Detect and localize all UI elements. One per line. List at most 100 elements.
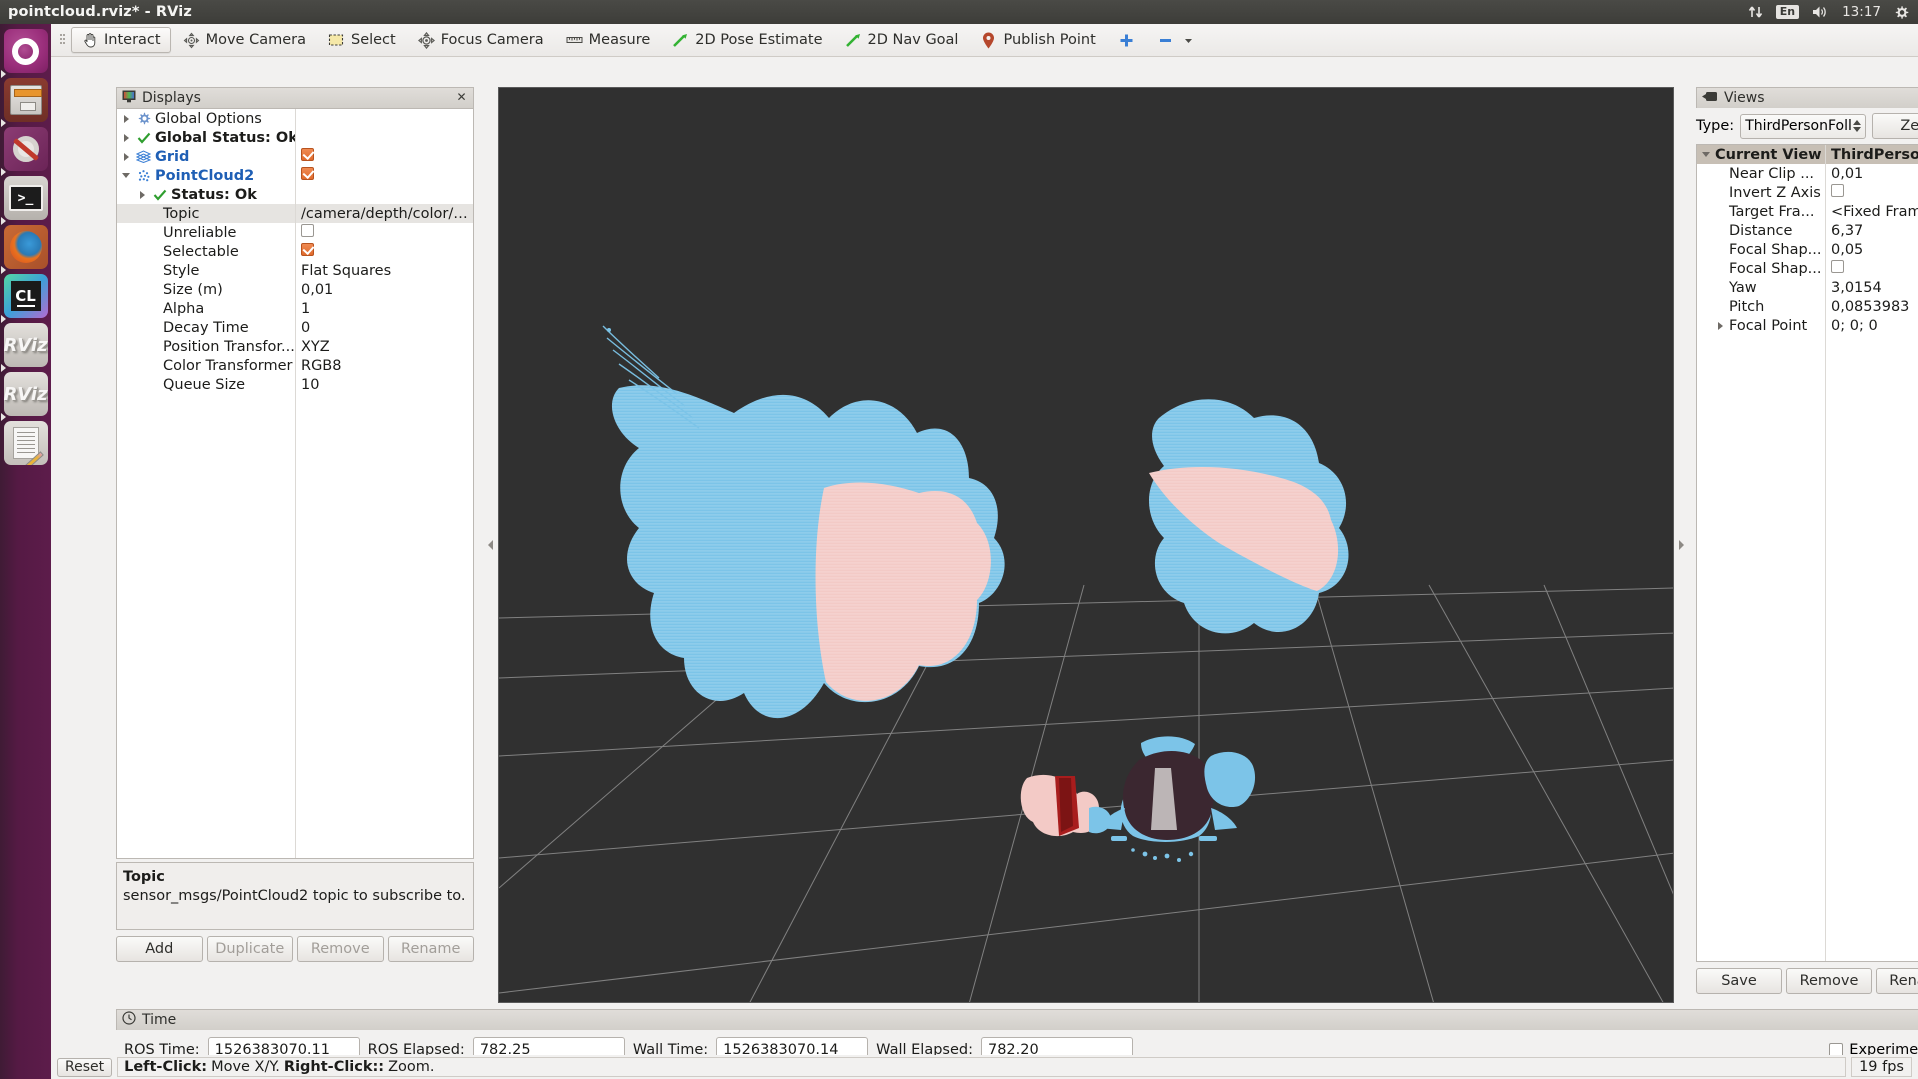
launcher-item-firefox[interactable] [3,225,48,269]
minus-icon [1157,32,1174,49]
views-value[interactable]: 3,0154 [1825,280,1918,296]
display-value[interactable]: Flat Squares [295,263,473,279]
launcher-item-ubuntu-dash[interactable] [3,29,48,73]
hint-left-click-label: Left-Click: [124,1059,208,1075]
display-value[interactable]: 10 [295,377,473,393]
launcher-item-clion[interactable]: CL [3,274,48,318]
display-value[interactable]: 1 [295,301,473,317]
tool-select[interactable]: Select [318,27,406,53]
views-value[interactable]: 0,01 [1825,166,1918,182]
zero-button[interactable]: Zero [1872,113,1918,139]
views-row-focal-shape-size[interactable]: Focal Shap... 0,05 [1697,240,1918,259]
plus-icon [1118,32,1135,49]
green-arrow-icon [672,32,689,49]
volume-icon[interactable] [1812,5,1829,19]
collapse-triangle-icon[interactable] [121,170,132,181]
views-value[interactable]: 0; 0; 0 [1825,318,1918,334]
tool-move-camera[interactable]: Move Camera [173,27,316,53]
displays-tree[interactable]: Global Options Global Status: Ok Grid Po… [116,108,474,859]
expand-triangle-icon[interactable] [121,132,132,143]
right-splitter-handle[interactable] [1677,87,1686,1003]
network-updown-icon[interactable] [1748,5,1763,19]
view-type-combo[interactable]: ThirdPersonFoll [1740,113,1866,139]
display-enable-checkbox[interactable] [295,167,473,184]
expand-triangle-icon[interactable] [1715,320,1726,331]
launcher-running-indicator [1,364,6,372]
display-enable-checkbox[interactable] [295,148,473,165]
launcher-running-indicator [1,119,6,127]
keyboard-layout-indicator[interactable]: En [1775,5,1800,19]
tool-2d-pose-estimate[interactable]: 2D Pose Estimate [662,27,832,53]
rename-button[interactable]: Rename [387,936,474,962]
unity-top-panel: pointcloud.rviz* - RViz En 13:17 [0,0,1918,24]
add-button[interactable]: Add [116,936,203,962]
selectable-checkbox[interactable] [295,243,473,260]
views-row-invert-z-axis[interactable]: Invert Z Axis [1697,183,1918,202]
display-label: Style [163,262,200,279]
column-divider[interactable] [1825,145,1826,961]
point-cloud-geometry [602,325,1349,862]
left-splitter-handle[interactable] [486,87,495,1003]
save-view-button[interactable]: Save [1696,968,1782,994]
views-panel: Views ✕ Type: ThirdPersonFoll Zero Curre… [1696,87,1918,1003]
cloud-foreground-person [1020,736,1256,862]
views-row-target-frame[interactable]: Target Fra... <Fixed Frame> [1697,202,1918,221]
spinner-arrows-icon[interactable] [1853,120,1861,132]
column-divider[interactable] [295,109,296,858]
views-row-focal-point[interactable]: Focal Point 0; 0; 0 [1697,316,1918,335]
tool-2d-pose-estimate-label: 2D Pose Estimate [695,32,823,48]
duplicate-button[interactable]: Duplicate [206,936,293,962]
check-icon [152,187,167,202]
tool-publish-point[interactable]: Publish Point [970,27,1105,53]
tool-2d-nav-goal[interactable]: 2D Nav Goal [835,27,969,53]
views-row-yaw[interactable]: Yaw 3,0154 [1697,278,1918,297]
views-value[interactable]: 0,05 [1825,242,1918,258]
launcher-item-rviz-1[interactable]: RViz [3,323,48,367]
views-row-current-view[interactable]: Current View ThirdPersonFol... [1697,145,1918,164]
display-value[interactable]: XYZ [295,339,473,355]
remove-view-button[interactable]: Remove [1786,968,1872,994]
tool-measure[interactable]: Measure [556,27,661,53]
display-value[interactable]: RGB8 [295,358,473,374]
focal-shape-checkbox[interactable] [1825,260,1918,277]
launcher-item-terminal[interactable]: >_ [3,176,48,220]
clock-label[interactable]: 13:17 [1842,4,1881,20]
tool-focus-camera[interactable]: Focus Camera [408,27,554,53]
views-row-focal-shape-fixed[interactable]: Focal Shap... [1697,259,1918,278]
collapse-triangle-icon[interactable] [1701,149,1712,160]
launcher-item-system-settings[interactable] [3,127,48,171]
views-row-near-clip[interactable]: Near Clip ... 0,01 [1697,164,1918,183]
close-icon[interactable]: ✕ [455,91,468,105]
invert-z-checkbox[interactable] [1825,184,1918,201]
rename-view-button[interactable]: Rename [1876,968,1918,994]
remove-button[interactable]: Remove [297,936,384,962]
expand-triangle-icon[interactable] [121,113,132,124]
views-property-tree[interactable]: Current View ThirdPersonFol... Near Clip… [1696,144,1918,962]
toolbar-drag-handle[interactable] [57,30,66,50]
hand-cursor-icon [81,32,98,49]
map-pin-icon [980,32,997,49]
remove-tool-button[interactable] [1147,27,1207,53]
expand-triangle-icon[interactable] [121,151,132,162]
render-viewport-3d[interactable] [498,87,1674,1003]
launcher-item-rviz-2[interactable]: RViz [3,372,48,416]
views-value[interactable]: 6,37 [1825,223,1918,239]
add-tool-button[interactable] [1108,27,1145,53]
unreliable-checkbox[interactable] [295,224,473,241]
display-value[interactable]: 0 [295,320,473,336]
display-value-topic[interactable]: /camera/depth/color/p... [295,206,473,222]
tool-interact[interactable]: Interact [71,27,171,53]
chevron-down-icon[interactable] [1180,32,1197,49]
system-gear-icon[interactable] [1894,5,1909,20]
launcher-item-text-editor[interactable] [3,421,48,465]
views-value[interactable]: 0,0853983 [1825,299,1918,315]
views-row-pitch[interactable]: Pitch 0,0853983 [1697,297,1918,316]
reset-button[interactable]: Reset [57,1057,113,1077]
views-row-distance[interactable]: Distance 6,37 [1697,221,1918,240]
view-type-value: ThirdPersonFoll [1745,118,1852,134]
launcher-item-files[interactable] [3,78,48,122]
display-value[interactable]: 0,01 [295,282,473,298]
check-icon [136,130,151,145]
expand-triangle-icon[interactable] [137,189,148,200]
views-value[interactable]: <Fixed Frame> [1825,204,1918,220]
